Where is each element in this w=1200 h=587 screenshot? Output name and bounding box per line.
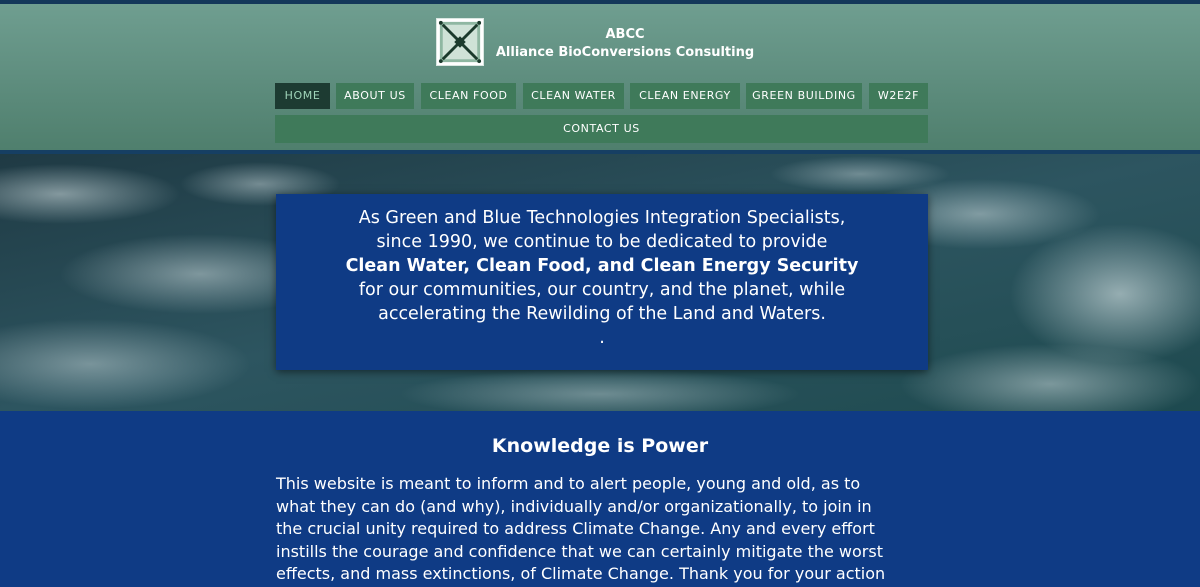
mission-line: accelerating the Rewilding of the Land a… (378, 304, 826, 324)
mission-line: . (599, 328, 605, 348)
nav-home[interactable]: HOME (275, 83, 330, 109)
site-header: ABCC Alliance BioConversions Consulting … (0, 4, 1200, 150)
nav-about-us[interactable]: ABOUT US (336, 83, 414, 109)
hero-banner: As Green and Blue Technologies Integrati… (0, 154, 1200, 411)
nav-clean-food[interactable]: CLEAN FOOD (421, 83, 516, 109)
mission-line: since 1990, we continue to be dedicated … (376, 232, 828, 252)
paragraph-line: instills the courage and confidence that… (276, 541, 883, 561)
x-frame-logo-icon[interactable] (436, 18, 484, 66)
main-navigation: HOME ABOUT US CLEAN FOOD CLEAN WATER CLE… (275, 83, 928, 143)
nav-green-building[interactable]: GREEN BUILDING (746, 83, 862, 109)
nav-w2e2f[interactable]: W2E2F (869, 83, 928, 109)
paragraph-line: what they can do (and why), individually… (276, 496, 872, 516)
paragraph-line: This website is meant to inform and to a… (276, 474, 861, 493)
intro-paragraph: This website is meant to inform and to a… (276, 473, 936, 586)
mission-line: As Green and Blue Technologies Integrati… (358, 208, 846, 228)
paragraph-line: the crucial unity required to address Cl… (276, 519, 875, 538)
mission-emphasis: Clean Water, Clean Food, and Clean Energ… (345, 256, 859, 276)
brand-name: Alliance BioConversions Consulting (495, 45, 755, 60)
brand-abbreviation: ABCC (605, 27, 645, 42)
nav-clean-energy[interactable]: CLEAN ENERGY (630, 83, 740, 109)
paragraph-line: effects, and mass extinctions, of Climat… (276, 564, 886, 583)
mission-callout: As Green and Blue Technologies Integrati… (276, 194, 928, 370)
knowledge-section: Knowledge is Power This website is meant… (0, 411, 1200, 587)
mission-line: for our communities, our country, and th… (358, 280, 846, 300)
nav-contact-us[interactable]: CONTACT US (275, 115, 928, 143)
nav-clean-water[interactable]: CLEAN WATER (523, 83, 624, 109)
brand-block: ABCC Alliance BioConversions Consulting (495, 26, 755, 62)
section-heading: Knowledge is Power (491, 435, 709, 457)
